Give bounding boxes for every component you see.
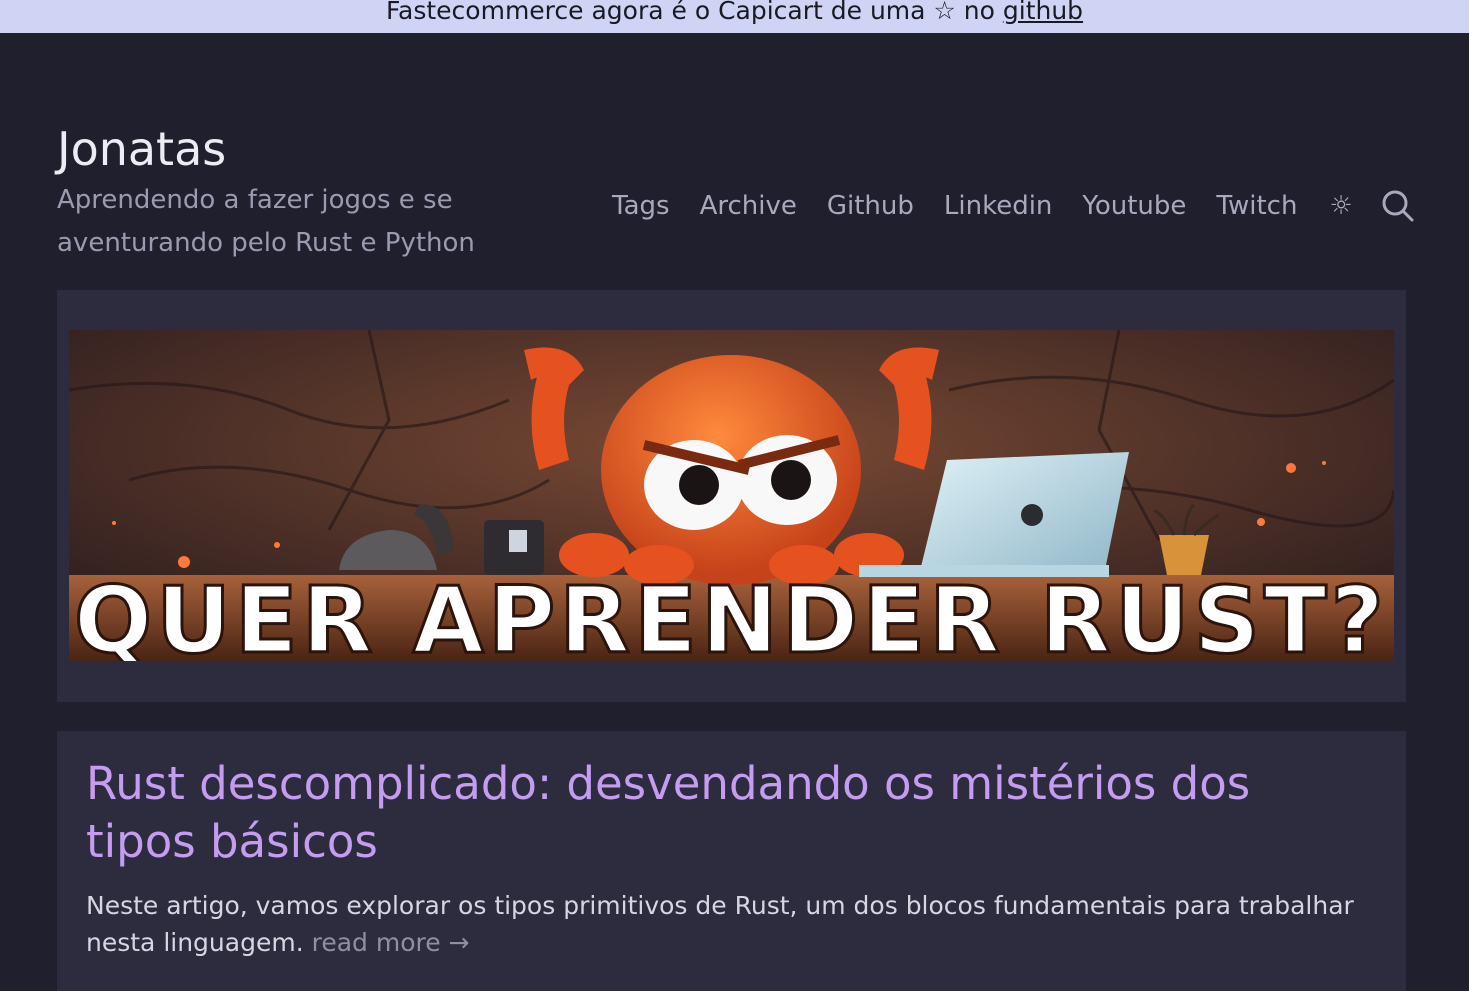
site-title[interactable]: Jonatas [57,121,226,177]
post-title[interactable]: Rust descomplicado: desvendando os misté… [86,755,1346,871]
read-more-link[interactable]: read more → [312,928,470,957]
nav-item-linkedin[interactable]: Linkedin [944,185,1053,227]
post-excerpt: Neste artigo, vamos explorar os tipos pr… [86,887,1376,961]
nav-item-twitch[interactable]: Twitch [1216,185,1297,227]
post-excerpt-text: Neste artigo, vamos explorar os tipos pr… [86,891,1354,957]
hero-card: QUER APRENDER RUST? [57,290,1406,702]
hero-banner-text: QUER APRENDER RUST? [74,567,1388,661]
sun-icon[interactable]: ☼ [1329,185,1352,227]
nav-item-archive[interactable]: Archive [700,185,797,227]
site-subtitle: Aprendendo a fazer jogos e se aventurand… [57,185,475,258]
post-card: Rust descomplicado: desvendando os misté… [57,731,1406,991]
hero-banner-image[interactable]: QUER APRENDER RUST? [69,330,1394,661]
github-link[interactable]: github [1003,0,1083,25]
nav-item-tags[interactable]: Tags [612,185,670,227]
main-nav: Tags Archive Github Linkedin Youtube Twi… [612,185,1415,227]
site-header: Jonatas Aprendendo a fazer jogos e se av… [0,33,1469,290]
nav-item-github[interactable]: Github [827,185,914,227]
search-icon[interactable] [1381,189,1415,223]
announcement-bar: Fastecommerce agora é o Capicart de uma … [0,0,1469,33]
nav-item-youtube[interactable]: Youtube [1082,185,1186,227]
announcement-text: Fastecommerce agora é o Capicart de uma … [385,0,995,25]
